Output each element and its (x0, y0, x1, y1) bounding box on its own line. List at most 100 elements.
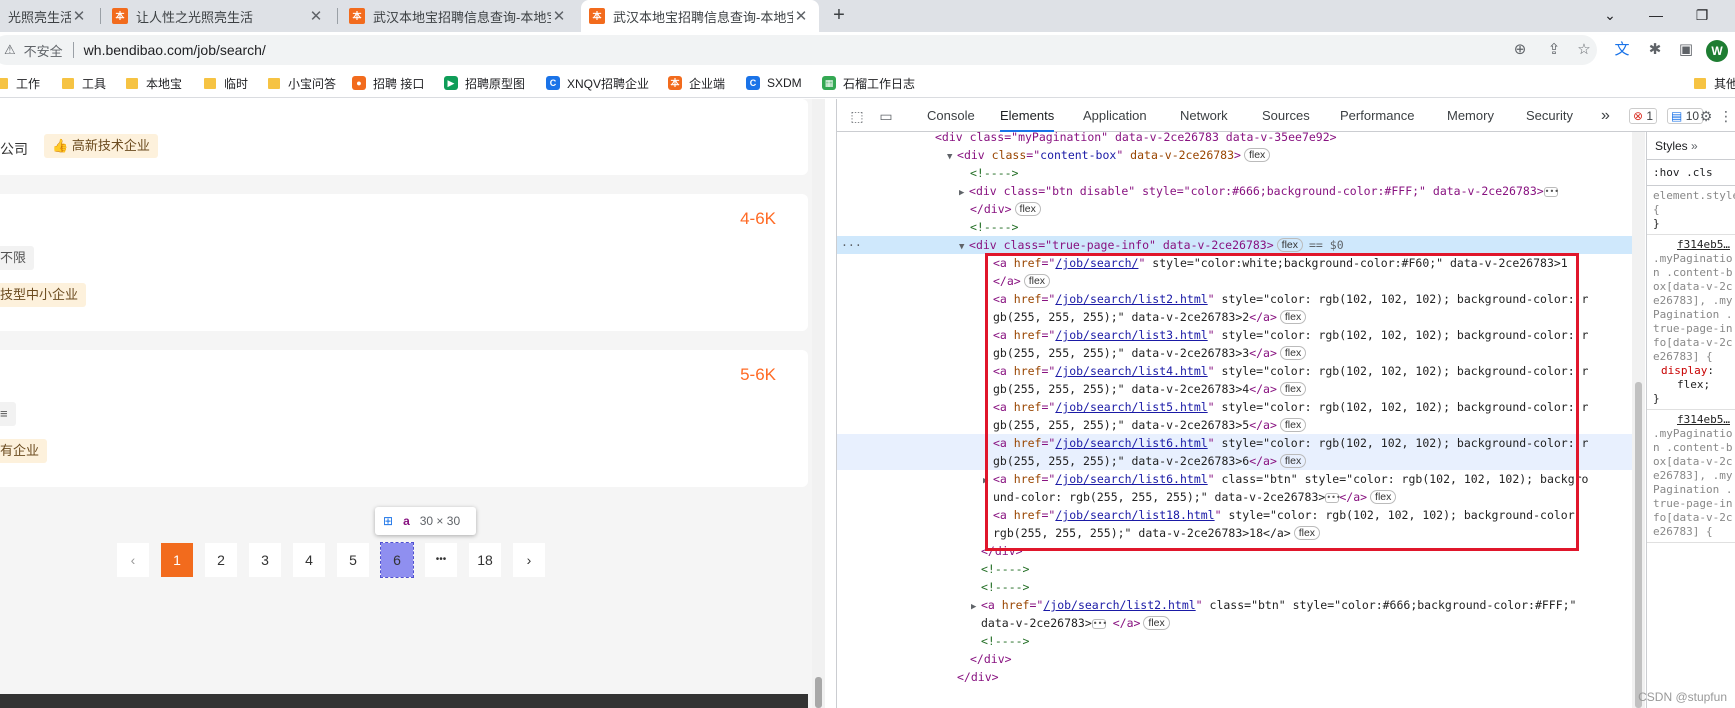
css-rule[interactable]: f314eb5… .myPagination .content-box[data… (1647, 410, 1735, 543)
dom-node[interactable]: gb(255, 255, 255);" data-v-2ce26783>4</a… (837, 380, 1632, 398)
ellipsis-icon[interactable]: ··· (841, 236, 862, 254)
dom-node[interactable]: </div> (837, 650, 1632, 668)
flex-badge[interactable]: flex (1014, 202, 1041, 216)
flex-badge[interactable]: flex (1279, 310, 1307, 324)
address-bar[interactable]: ⚠ 不安全 wh.bendibao.com/job/search/ (0, 35, 1597, 65)
dom-node[interactable]: <a href="/job/search/list2.html" style="… (837, 290, 1632, 308)
href-link[interactable]: /job/search/ (1055, 256, 1138, 270)
bookmark-star-icon[interactable]: ☆ (1574, 40, 1594, 60)
browser-tab-active[interactable]: 本 武汉本地宝招聘信息查询-本地宝 ✕ (581, 0, 819, 32)
browser-tab-1[interactable]: 光照亮生活 ✕ (0, 0, 97, 32)
dom-node[interactable]: ▶ <div class="btn disable" style="color:#… (837, 182, 1632, 200)
avatar[interactable]: W (1706, 40, 1728, 62)
dom-node[interactable]: </div> (837, 542, 1632, 560)
job-card[interactable]: 公司 👍 高新技术企业 (0, 99, 808, 175)
dom-node[interactable]: und-color: rgb(255, 255, 255);" data-v-2… (837, 488, 1632, 506)
tab-application[interactable]: Application (1083, 99, 1147, 132)
job-card[interactable]: 5-6K ≡ 有企业 (0, 350, 808, 487)
element-style-rule[interactable]: element.style { } (1647, 186, 1735, 235)
dom-node-selected[interactable]: ··· ▼ <div class="true-page-info" data-v-2… (837, 236, 1632, 254)
elements-scrollbar[interactable] (1632, 132, 1645, 708)
bookmark-folder[interactable]: 其他 (1694, 74, 1735, 92)
tab-memory[interactable]: Memory (1447, 99, 1494, 132)
tab-console[interactable]: Console (927, 99, 975, 132)
url-text[interactable]: wh.bendibao.com/job/search/ (84, 42, 266, 58)
dom-comment[interactable]: <!----> (837, 560, 1632, 578)
bookmark-site[interactable]: ▦ 石榴工作日志 (822, 74, 915, 92)
scrollbar-thumb[interactable] (1635, 382, 1642, 708)
more-tabs-icon[interactable]: » (1601, 99, 1610, 132)
flex-badge[interactable]: flex (1279, 454, 1307, 468)
dom-node-hovered[interactable]: <a href="/job/search/list6.html" style="… (837, 434, 1632, 452)
close-icon[interactable]: ✕ (308, 7, 324, 25)
page-18-button[interactable]: 18 (469, 543, 501, 577)
flex-badge[interactable]: flex (1279, 382, 1307, 396)
tab-sources[interactable]: Sources (1262, 99, 1310, 132)
dom-node[interactable]: <a href="/job/search/" style="color:whit… (837, 254, 1632, 272)
dom-node[interactable]: <a href="/job/search/list4.html" style="… (837, 362, 1632, 380)
rule-source-link[interactable]: f314eb5… (1653, 413, 1735, 427)
bookmark-folder[interactable]: 工作 (0, 74, 40, 92)
dom-node[interactable]: gb(255, 255, 255);" data-v-2ce26783>5</a… (837, 416, 1632, 434)
ellipsis-icon[interactable]: ••• (1325, 493, 1341, 503)
bookmark-site[interactable]: ● 招聘 接口 (352, 74, 424, 92)
browser-tab-3[interactable]: 本 武汉本地宝招聘信息查询-本地宝 ✕ (341, 0, 577, 32)
dom-node[interactable]: data-v-2ce26783>••• </a> flex (837, 614, 1632, 632)
dom-node[interactable]: ▶ <a href="/job/search/list6.html" class=… (837, 470, 1632, 488)
css-property[interactable]: display (1661, 364, 1707, 377)
tab-security[interactable]: Security (1526, 99, 1573, 132)
page-scrollbar[interactable] (812, 99, 825, 708)
flex-badge[interactable]: flex (1276, 238, 1303, 252)
href-link[interactable]: /job/search/list18.html (1055, 508, 1214, 522)
css-value[interactable]: flex; (1653, 378, 1735, 392)
inspect-element-icon[interactable]: ⬚ (848, 107, 866, 125)
href-link[interactable]: /job/search/list2.html (1043, 598, 1195, 612)
page-1-button[interactable]: 1 (161, 543, 193, 577)
close-icon[interactable]: ✕ (793, 7, 809, 25)
page-2-button[interactable]: 2 (205, 543, 237, 577)
tab-search-icon[interactable]: ⌄ (1587, 0, 1633, 32)
new-tab-button[interactable]: + (827, 4, 851, 28)
dom-node[interactable]: gb(255, 255, 255);" data-v-2ce26783>2</a… (837, 308, 1632, 326)
styles-tab-header[interactable]: Styles » (1647, 132, 1735, 160)
dom-node[interactable]: <a href="/job/search/list3.html" style="… (837, 326, 1632, 344)
rule-source-link[interactable]: f314eb5… (1653, 238, 1735, 252)
bookmark-folder[interactable]: 工具 (62, 74, 106, 92)
scrollbar-thumb[interactable] (815, 677, 822, 708)
href-link[interactable]: /job/search/list2.html (1055, 292, 1207, 306)
prev-page-button[interactable]: ‹ (117, 543, 149, 577)
ellipsis-icon[interactable]: ••• (1543, 187, 1559, 197)
warning-icon[interactable]: ⚠ (4, 42, 16, 58)
dom-node[interactable]: gb(255, 255, 255);" data-v-2ce26783>3</a… (837, 344, 1632, 362)
dom-node-hovered[interactable]: gb(255, 255, 255);" data-v-2ce26783>6</a… (837, 452, 1632, 470)
styles-title[interactable]: Styles (1655, 139, 1688, 153)
dom-node[interactable]: </a> flex (837, 272, 1632, 290)
page-4-button[interactable]: 4 (293, 543, 325, 577)
flex-badge[interactable]: flex (1143, 616, 1170, 630)
ellipsis-icon[interactable]: ••• (1091, 619, 1107, 629)
dom-comment[interactable]: <!----> (837, 218, 1632, 236)
job-card[interactable]: 4-6K 不限 技型中小企业 (0, 194, 808, 331)
bookmark-folder[interactable]: 临时 (204, 74, 248, 92)
share-icon[interactable]: ⇪ (1544, 40, 1564, 60)
flex-badge[interactable]: flex (1243, 148, 1271, 162)
dom-node[interactable]: rgb(255, 255, 255);" data-v-2ce26783>18<… (837, 524, 1632, 542)
gear-icon[interactable]: ⚙ (1697, 107, 1715, 125)
flex-badge[interactable]: flex (1279, 346, 1307, 360)
device-toolbar-icon[interactable]: ▭ (877, 107, 895, 125)
tab-performance[interactable]: Performance (1340, 99, 1414, 132)
dom-node[interactable]: ▼ <div class="content-box" data-v-2ce2678… (837, 146, 1632, 164)
bookmark-site[interactable]: C XNQV招聘企业 (546, 74, 649, 92)
security-label[interactable]: 不安全 (24, 41, 63, 60)
close-icon[interactable]: ✕ (71, 7, 87, 25)
bookmark-folder[interactable]: 小宝问答 (268, 74, 336, 92)
bookmark-folder[interactable]: 本地宝 (126, 74, 182, 92)
dom-node[interactable]: </div> (837, 668, 1632, 686)
dom-comment[interactable]: <!----> (837, 164, 1632, 182)
href-link[interactable]: /job/search/list4.html (1055, 364, 1207, 378)
styles-filter-bar[interactable]: :hov .cls (1647, 160, 1735, 186)
css-rule[interactable]: f314eb5… .myPagination .content-box[data… (1647, 235, 1735, 410)
bookmark-site[interactable]: ▶ 招聘原型图 (444, 74, 525, 92)
href-link[interactable]: /job/search/list3.html (1055, 328, 1207, 342)
more-icon[interactable]: » (1691, 139, 1698, 153)
